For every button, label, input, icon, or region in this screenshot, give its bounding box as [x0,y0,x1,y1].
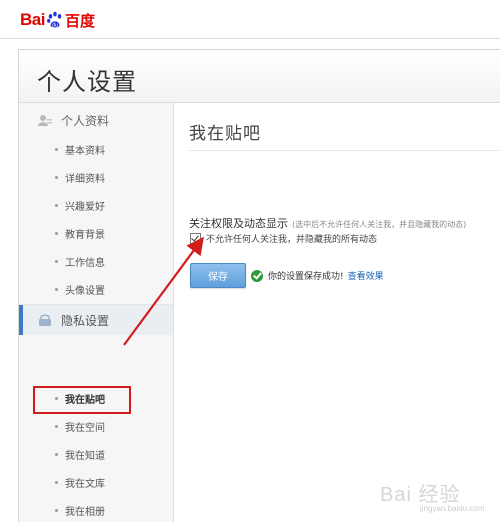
page-title: 个人设置 [37,68,137,96]
sidebar-item-label: 兴趣爱好 [65,201,105,213]
sidebar-item-hobbies[interactable]: 兴趣爱好 [55,197,105,213]
bullet [55,508,58,512]
bullet [55,480,58,484]
sidebar-item-wenku[interactable]: 我在文库 [55,474,105,490]
sidebar-item-label: 工作信息 [65,257,105,269]
permission-section-header: 关注权限及动态显示 (选中后不允许任何人关注我，并且隐藏我的动态) [189,212,466,231]
settings-panel: 个人设置 个人资料 基本资料 详细资料 兴趣爱好 教育背景 工作信息 头像设置 … [18,49,500,522]
lock-icon [39,314,51,326]
sidebar-item-detail-info[interactable]: 详细资料 [55,169,105,185]
sidebar: 个人资料 基本资料 详细资料 兴趣爱好 教育背景 工作信息 头像设置 隐私设置 … [19,103,174,522]
success-status: 你的设置保存成功! 查看效果 [251,269,384,282]
sidebar-item-label: 基本资料 [65,145,105,157]
logo-text-bai: Bai [20,10,45,29]
checkbox-label: 不允许任何人关注我，并隐藏我的所有动态 [206,235,378,245]
sidebar-item-zhidao[interactable]: 我在知道 [55,446,105,462]
sidebar-item-label: 我在相册 [65,506,105,518]
sidebar-item-basic-info[interactable]: 基本资料 [55,141,105,157]
bullet [55,259,58,263]
top-bar: Bai du 百度 [0,0,500,39]
main-content: 我在贴吧 关注权限及动态显示 (选中后不允许任何人关注我，并且隐藏我的动态) 不允… [174,103,500,522]
sidebar-item-space[interactable]: 我在空间 [55,418,105,434]
save-button[interactable]: 保存 [190,263,246,288]
sidebar-item-avatar[interactable]: 头像设置 [55,281,105,297]
permission-label: 关注权限及动态显示 [189,217,288,230]
bullet [55,287,58,291]
baidu-logo[interactable]: Bai du 百度 [20,8,95,32]
svg-text:du: du [52,22,58,28]
watermark-url: jingyan.baidu.com [420,504,485,513]
title-divider [189,150,500,151]
view-result-link[interactable]: 查看效果 [348,269,384,282]
hide-activity-option[interactable]: 不允许任何人关注我，并隐藏我的所有动态 [190,232,377,245]
sidebar-item-work[interactable]: 工作信息 [55,253,105,269]
permission-hint: (选中后不允许任何人关注我，并且隐藏我的动态) [292,220,467,229]
logo-text-du: 百度 [64,12,95,30]
bullet [55,396,58,400]
sidebar-group-label: 隐私设置 [61,313,110,328]
sidebar-item-label: 我在文库 [65,478,105,490]
watermark: Bai 经验 [380,484,461,506]
page-header: 个人设置 [19,50,500,103]
sidebar-item-label: 教育背景 [65,229,105,241]
bullet [55,452,58,456]
sidebar-item-education[interactable]: 教育背景 [55,225,105,241]
sidebar-item-label: 我在空间 [65,422,105,434]
sidebar-item-label: 详细资料 [65,173,105,185]
check-circle-icon [251,269,263,282]
sidebar-group-profile[interactable]: 个人资料 [19,105,173,135]
sidebar-item-label: 我在贴吧 [65,394,105,406]
bullet [55,231,58,235]
sidebar-group-privacy[interactable]: 隐私设置 [19,305,173,335]
section-title: 我在贴吧 [189,124,261,144]
bullet [55,424,58,428]
bullet [55,175,58,179]
user-icon [38,115,52,126]
bullet [55,203,58,207]
success-message: 你的设置保存成功! [268,272,344,282]
hide-activity-checkbox[interactable] [190,233,201,244]
sidebar-item-label: 我在知道 [65,450,105,462]
paw-icon: du [47,11,62,28]
sidebar-group-label: 个人资料 [61,113,110,128]
sidebar-item-album[interactable]: 我在相册 [55,502,105,518]
sidebar-item-label: 头像设置 [65,285,105,297]
bullet [55,147,58,151]
sidebar-item-tieba[interactable]: 我在贴吧 [55,390,105,406]
